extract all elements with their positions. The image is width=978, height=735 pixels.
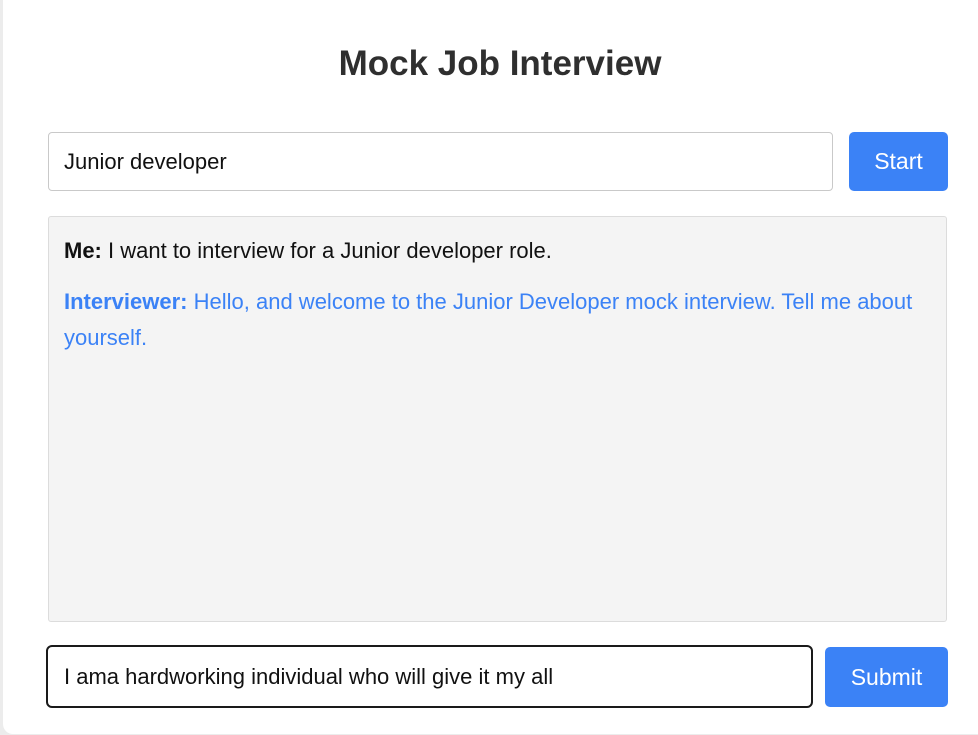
chat-log: Me: I want to interview for a Junior dev… [48,216,947,622]
speaker-label: Me: [64,238,102,263]
page-title: Mock Job Interview [338,44,662,83]
speaker-label: Interviewer: [64,289,188,314]
answer-input[interactable] [46,645,813,708]
chat-message-me: Me: I want to interview for a Junior dev… [64,233,931,269]
interview-card: Mock Job Interview Start Me: I want to i… [3,0,978,734]
start-button[interactable]: Start [849,132,948,191]
chat-message-interviewer: Interviewer: Hello, and welcome to the J… [64,284,931,356]
role-input[interactable] [48,132,833,191]
message-text: I want to interview for a Junior develop… [108,238,552,263]
message-text: Hello, and welcome to the Junior Develop… [64,289,913,350]
submit-button[interactable]: Submit [825,647,948,707]
